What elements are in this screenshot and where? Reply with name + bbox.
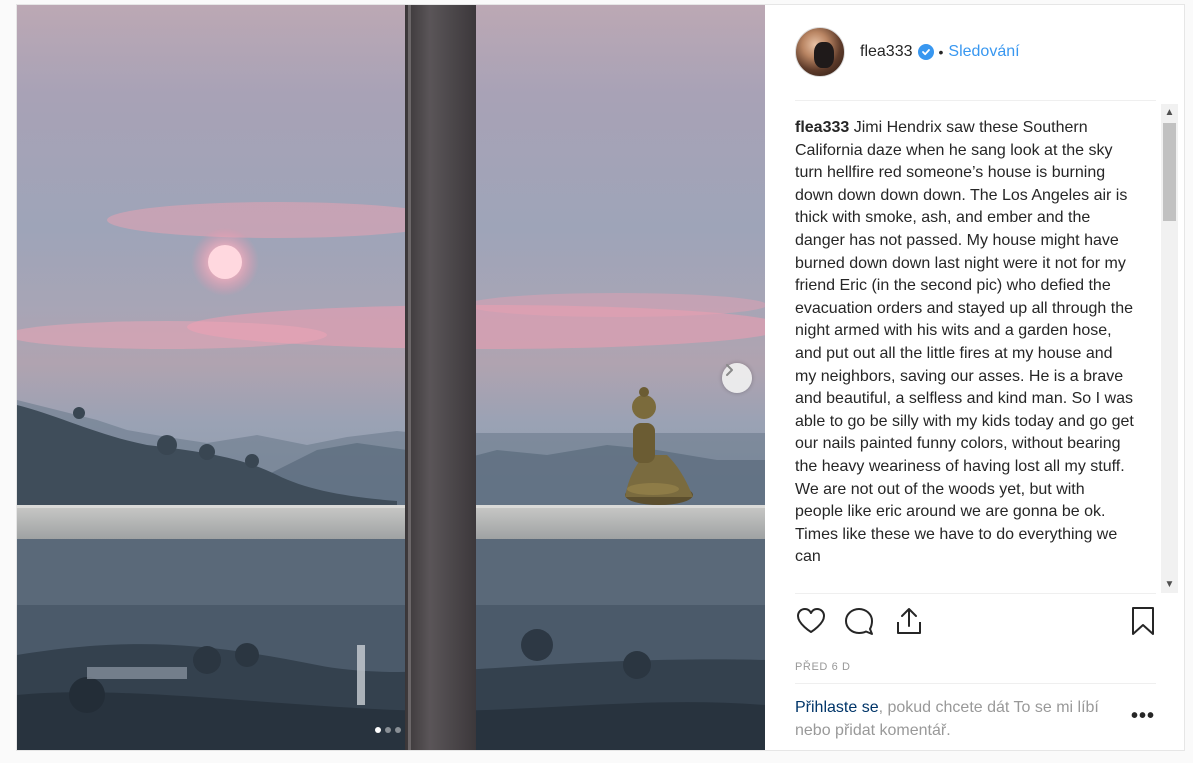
footer-divider xyxy=(795,683,1156,684)
like-button[interactable] xyxy=(795,605,827,642)
caption-area[interactable]: flea333 Jimi Hendrix saw these Southern … xyxy=(795,117,1135,593)
header-divider xyxy=(795,100,1156,101)
carousel-next-button[interactable] xyxy=(722,363,752,393)
bookmark-icon xyxy=(1132,607,1154,635)
scroll-down-arrow-icon[interactable]: ▼ xyxy=(1161,576,1178,593)
avatar[interactable] xyxy=(795,27,845,77)
carousel-indicator xyxy=(375,727,401,733)
post-detail-panel: flea333 • Sledování flea333 Jimi Hendrix… xyxy=(765,5,1184,750)
login-prompt: Přihlaste se, pokud chcete dát To se mi … xyxy=(795,697,1125,742)
follow-button[interactable]: Sledování xyxy=(948,43,1019,61)
post-card: flea333 • Sledování flea333 Jimi Hendrix… xyxy=(16,4,1185,751)
caption-text: Jimi Hendrix saw these Southern Californ… xyxy=(795,119,1134,566)
save-button[interactable] xyxy=(1127,605,1159,642)
comment-bubble-icon xyxy=(845,608,873,635)
post-photo[interactable] xyxy=(17,5,765,750)
post-actions xyxy=(795,605,1156,645)
caption-author-link[interactable]: flea333 xyxy=(795,119,849,136)
scrollbar-thumb[interactable] xyxy=(1163,123,1176,221)
carousel-dot xyxy=(375,727,381,733)
post-timestamp[interactable]: PŘED 6 D xyxy=(795,661,851,673)
caption-scrollbar[interactable]: ▲ ▼ xyxy=(1161,104,1178,593)
heart-icon xyxy=(797,608,825,633)
share-button[interactable] xyxy=(893,605,925,642)
username-link[interactable]: flea333 xyxy=(860,43,913,61)
post-header: flea333 • Sledování xyxy=(795,27,1020,77)
sunset-scene-image xyxy=(17,5,765,750)
share-upload-icon xyxy=(897,608,921,634)
comment-button[interactable] xyxy=(843,605,875,642)
separator-bullet: • xyxy=(938,44,944,60)
carousel-dot xyxy=(395,727,401,733)
carousel-dot xyxy=(385,727,391,733)
login-link[interactable]: Přihlaste se xyxy=(795,699,879,716)
chevron-right-icon xyxy=(726,364,733,376)
more-options-icon[interactable]: ••• xyxy=(1131,705,1155,728)
verified-badge-icon xyxy=(917,44,934,60)
scroll-up-arrow-icon[interactable]: ▲ xyxy=(1161,104,1178,121)
actions-divider xyxy=(795,593,1156,594)
